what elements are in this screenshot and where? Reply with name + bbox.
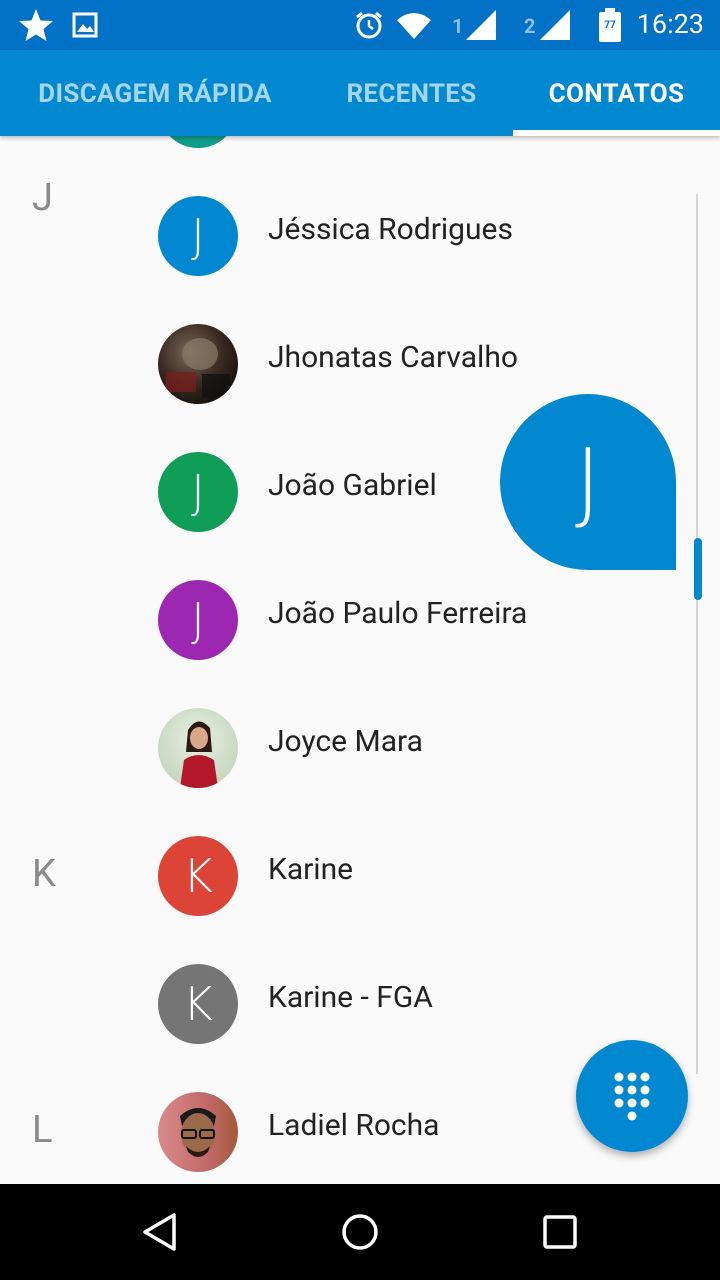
home-icon[interactable] [340, 1212, 380, 1256]
contact-name: Jhonatas Carvalho [268, 340, 518, 375]
contact-photo [158, 1092, 238, 1172]
contact-name: João Gabriel [268, 468, 437, 503]
wifi-icon [396, 12, 432, 44]
contact-name: João Paulo Ferreira [268, 596, 528, 631]
contact-name: Jéssica Rodrigues [268, 212, 513, 247]
contact-avatar: K [158, 836, 238, 916]
contact-name: Karine [268, 852, 354, 887]
sim2-label: 2 [524, 14, 536, 38]
signal-icon [466, 10, 498, 44]
contact-name: Ladiel Rocha [268, 1108, 440, 1143]
alarm-icon [354, 10, 384, 44]
fast-scroll-thumb[interactable] [694, 538, 702, 600]
contact-avatar: J [158, 580, 238, 660]
tab-bar: DISCAGEM RÁPIDA RECENTES CONTATOS [0, 50, 720, 136]
status-bar: 1 2 77 16:23 [0, 0, 720, 50]
contact-avatar: K [158, 964, 238, 1044]
contact-row[interactable]: J Jéssica Rodrigues [0, 172, 690, 300]
image-icon [72, 12, 98, 42]
recent-apps-icon[interactable] [542, 1214, 578, 1254]
contact-list[interactable]: J K L J Jéssica Rodrigues Jhonatas Carva… [0, 136, 720, 1184]
contact-photo [158, 708, 238, 788]
back-icon[interactable] [140, 1212, 180, 1256]
contact-row[interactable]: J João Paulo Ferreira [0, 556, 690, 684]
fast-scroll-letter-bubble: J [500, 394, 676, 570]
tab-speed-dial[interactable]: DISCAGEM RÁPIDA [0, 50, 310, 136]
navigation-bar [0, 1184, 720, 1280]
dialpad-button[interactable] [576, 1040, 688, 1152]
star-icon [18, 8, 54, 46]
tab-contacts[interactable]: CONTATOS [513, 50, 720, 136]
contact-row[interactable]: Joyce Mara [0, 684, 690, 812]
tab-indicator [513, 130, 720, 136]
contact-avatar[interactable] [158, 136, 238, 148]
fast-scroll-track[interactable] [696, 194, 698, 1074]
status-time: 16:23 [636, 8, 704, 40]
signal-icon [540, 10, 572, 44]
sim1-label: 1 [452, 14, 464, 38]
contact-name: Joyce Mara [268, 724, 423, 759]
dialpad-icon [614, 1072, 650, 1121]
contact-avatar: J [158, 452, 238, 532]
battery-level: 77 [604, 20, 616, 31]
contact-row[interactable]: K Karine [0, 812, 690, 940]
contact-name: Karine - FGA [268, 980, 433, 1015]
contact-avatar: J [158, 196, 238, 276]
contact-photo [158, 324, 238, 404]
tab-recents[interactable]: RECENTES [310, 50, 513, 136]
